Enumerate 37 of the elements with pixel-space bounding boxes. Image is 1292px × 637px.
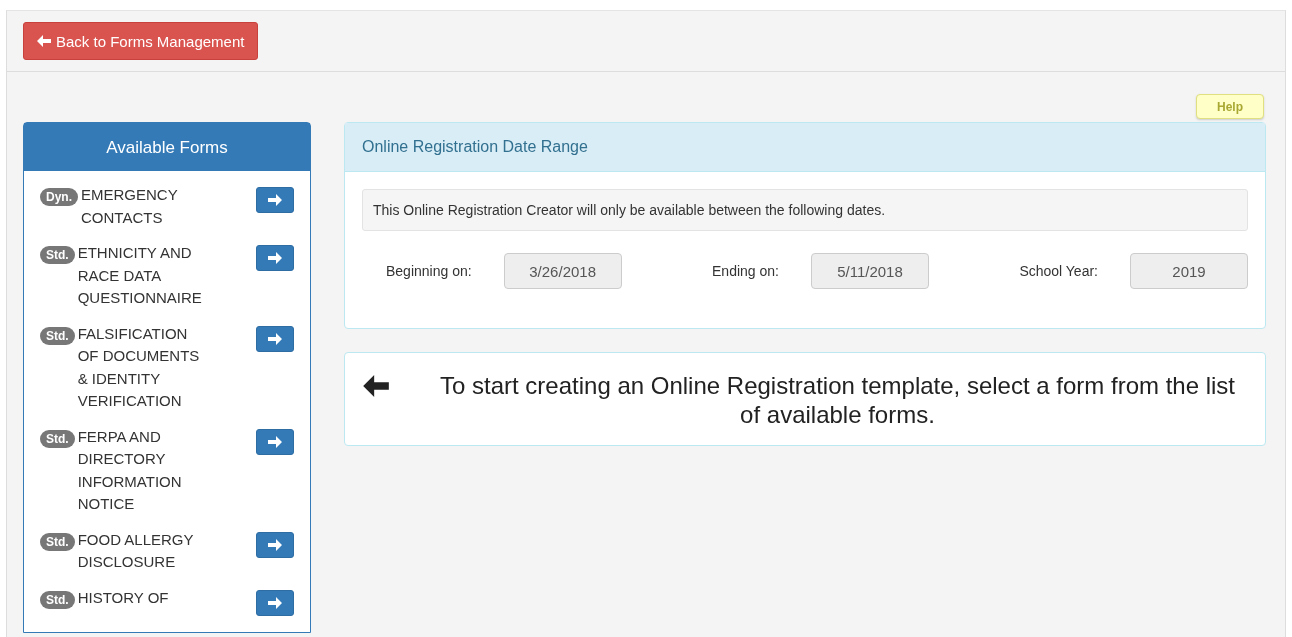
input-field[interactable]: 5/11/2018 — [811, 253, 929, 289]
form-name: FERPA AND DIRECTORY INFORMATION NOTICE — [77, 426, 183, 514]
left-arrow-icon — [37, 35, 51, 47]
panel-title: Online Registration Date Range — [345, 123, 1265, 172]
right-arrow-icon — [268, 194, 282, 206]
form-name: ETHNICITY AND RACE DATA QUESTIONNAIRE — [77, 243, 203, 308]
right-arrow-icon — [268, 332, 282, 345]
input-field[interactable]: 2019 — [1130, 253, 1248, 289]
form-type-badge: Dyn. — [40, 188, 78, 206]
right-arrow-icon — [268, 252, 282, 264]
form-type-badge: Std. — [40, 532, 75, 551]
form-name: FOOD ALLERGY DISCLOSURE — [77, 529, 195, 572]
form-type-badge: Std. — [40, 246, 75, 264]
add-form-button[interactable] — [256, 531, 294, 558]
field-label: Beginning on: — [386, 263, 472, 279]
add-form-button[interactable] — [256, 428, 294, 455]
form-type-badge: Std. — [40, 429, 75, 448]
right-arrow-icon — [268, 538, 282, 551]
panel-title: Available Forms — [24, 123, 310, 171]
form-name: HISTORY OF — [77, 587, 170, 608]
form-type-badge: Std. — [40, 590, 75, 609]
field-label: Ending on: — [712, 263, 779, 279]
instruction-text: To start creating an Online Registration template, select a form from the list of available forms. — [439, 371, 1236, 429]
form-name: FALSIFICATION OF DOCUMENTS & IDENTITY VERIFICATION — [77, 323, 201, 411]
form-name: EMERGENCY CONTACTS — [81, 185, 179, 228]
right-arrow-icon — [268, 596, 282, 609]
input-field[interactable]: 3/26/2018 — [503, 253, 622, 289]
back-button[interactable]: Back to Forms Management — [23, 22, 259, 60]
info-note: This Online Registration Creator will only be available between the following dates. — [362, 189, 1248, 231]
add-form-button[interactable] — [256, 589, 294, 616]
add-form-button[interactable] — [256, 325, 294, 352]
field-label: School Year: — [1019, 263, 1098, 279]
left-arrow-icon — [362, 375, 390, 397]
form-type-badge: Std. — [40, 326, 75, 345]
add-form-button[interactable] — [256, 245, 294, 271]
add-form-button[interactable] — [256, 187, 294, 213]
right-arrow-icon — [268, 435, 282, 448]
